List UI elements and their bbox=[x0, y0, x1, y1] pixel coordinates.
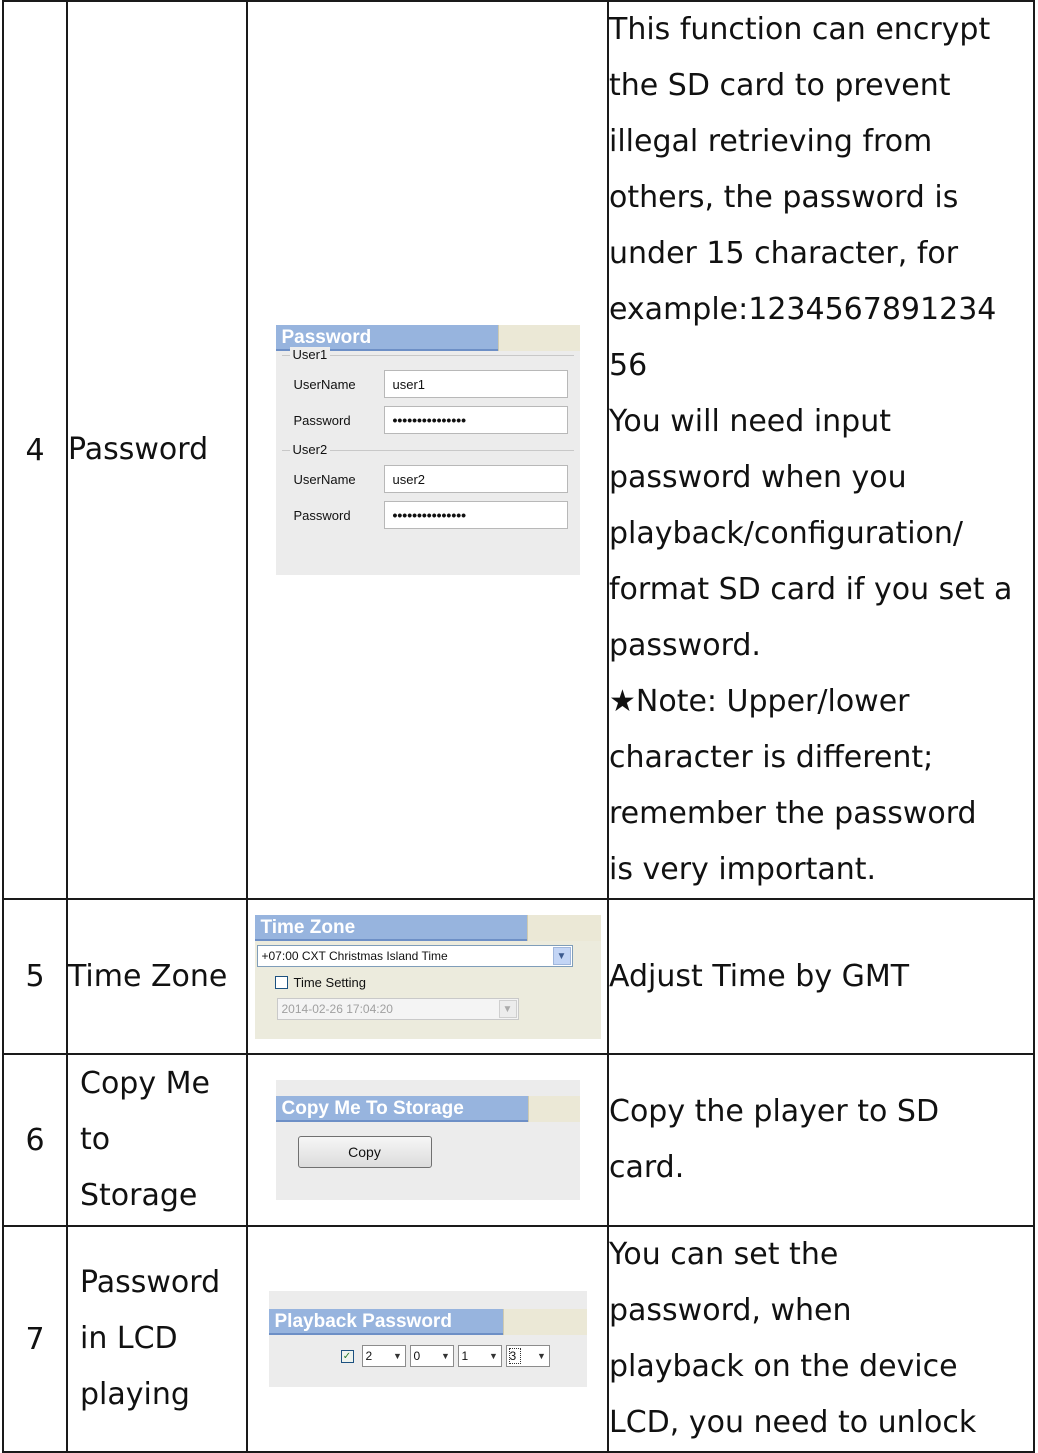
copy-button[interactable]: Copy bbox=[297, 1136, 432, 1168]
password-label: Password bbox=[293, 507, 351, 523]
group-title: User2 bbox=[289, 442, 331, 457]
user2-username-field[interactable]: user2 bbox=[383, 465, 568, 493]
row-number: 7 bbox=[2, 1225, 68, 1453]
playback-password-screenshot: Playback Password ✓ 2 ▼ 0 ▼ 1 ▼ 3 ▼ bbox=[246, 1225, 609, 1453]
table-row: 4 Password Password User1 UserName user1… bbox=[2, 0, 1035, 900]
password-screenshot: Password User1 UserName user1 Password •… bbox=[246, 0, 609, 900]
panel-header: Time Zone bbox=[254, 914, 527, 941]
row-description: This function can encrypt the SD card to… bbox=[607, 0, 1035, 900]
playback-password-checkbox[interactable]: ✓ bbox=[340, 1349, 354, 1363]
row-name: Time Zone bbox=[66, 898, 248, 1055]
table-row: 5 Time Zone Time Zone +07:00 CXT Christm… bbox=[2, 898, 1035, 1055]
panel-header: Playback Password bbox=[268, 1309, 503, 1335]
row-name: Password in LCD playing bbox=[66, 1225, 248, 1453]
datetime-value: 2014-02-26 17:04:20 bbox=[281, 1001, 393, 1016]
row-name: Copy Me to Storage bbox=[66, 1053, 248, 1227]
panel-header: Copy Me To Storage bbox=[275, 1096, 528, 1122]
row-number: 4 bbox=[2, 0, 68, 900]
timezone-panel: Time Zone +07:00 CXT Christmas Island Ti… bbox=[254, 914, 601, 1039]
time-setting-checkbox[interactable] bbox=[274, 975, 288, 989]
chevron-down-icon: ▼ bbox=[537, 1351, 546, 1361]
digit-select-3[interactable]: 1 ▼ bbox=[457, 1345, 502, 1367]
row-name: Password bbox=[66, 0, 248, 900]
row-number: 6 bbox=[2, 1053, 68, 1227]
row-number: 5 bbox=[2, 898, 68, 1055]
timezone-screenshot: Time Zone +07:00 CXT Christmas Island Ti… bbox=[246, 898, 609, 1055]
username-label: UserName bbox=[293, 376, 356, 392]
chevron-down-icon: ▼ bbox=[489, 1351, 498, 1361]
password-label: Password bbox=[293, 412, 351, 428]
user2-password-field[interactable]: ••••••••••••••• bbox=[383, 501, 568, 529]
user1-password-field[interactable]: ••••••••••••••• bbox=[383, 406, 568, 434]
note-line: ★Note: Upper/lower bbox=[609, 684, 910, 719]
table-row: 6 Copy Me to Storage Copy Me To Storage … bbox=[2, 1053, 1035, 1227]
chevron-down-icon: ▼ bbox=[393, 1351, 402, 1361]
chevron-down-icon[interactable]: ▼ bbox=[552, 946, 571, 965]
user1-group: User1 UserName user1 Password ••••••••••… bbox=[281, 347, 574, 438]
group-title: User1 bbox=[289, 347, 331, 362]
username-label: UserName bbox=[293, 471, 356, 487]
timezone-select[interactable]: +07:00 CXT Christmas Island Time ▼ bbox=[256, 944, 573, 967]
playback-password-panel: Playback Password ✓ 2 ▼ 0 ▼ 1 ▼ 3 ▼ bbox=[268, 1291, 587, 1387]
row-description: Adjust Time by GMT bbox=[607, 898, 1035, 1055]
row-description: You can set the password, when playback … bbox=[607, 1225, 1035, 1453]
digit-select-4[interactable]: 3 ▼ bbox=[505, 1345, 550, 1367]
table-row: 7 Password in LCD playing Playback Passw… bbox=[2, 1225, 1035, 1453]
user1-username-field[interactable]: user1 bbox=[383, 370, 568, 398]
row-description: Copy the player to SD card. bbox=[607, 1053, 1035, 1227]
user2-group: User2 UserName user2 Password ••••••••••… bbox=[281, 442, 574, 533]
chevron-down-icon[interactable]: ▼ bbox=[498, 999, 517, 1018]
chevron-down-icon: ▼ bbox=[441, 1351, 450, 1361]
password-panel: Password User1 UserName user1 Password •… bbox=[275, 325, 580, 575]
digit-select-1[interactable]: 2 ▼ bbox=[361, 1345, 406, 1367]
settings-table: 4 Password Password User1 UserName user1… bbox=[2, 0, 1035, 1453]
timezone-value: +07:00 CXT Christmas Island Time bbox=[261, 948, 448, 963]
copy-screenshot: Copy Me To Storage Copy bbox=[246, 1053, 609, 1227]
time-setting-label: Time Setting bbox=[293, 974, 367, 990]
digit-select-2[interactable]: 0 ▼ bbox=[409, 1345, 454, 1367]
copy-panel: Copy Me To Storage Copy bbox=[275, 1080, 580, 1200]
datetime-picker[interactable]: 2014-02-26 17:04:20 ▼ bbox=[276, 997, 519, 1020]
